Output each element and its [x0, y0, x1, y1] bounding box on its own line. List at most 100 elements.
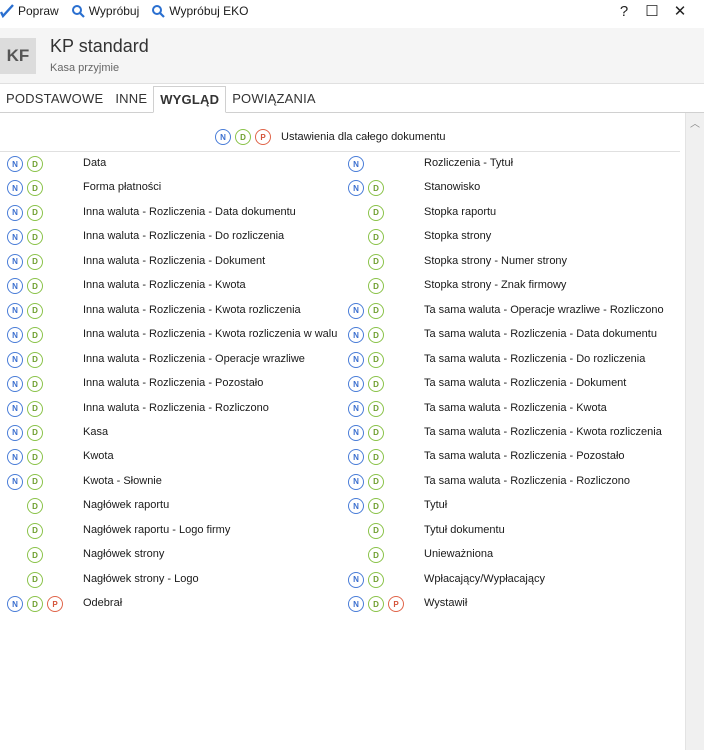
n-badge-icon[interactable]: N — [348, 571, 364, 588]
left-row: N D Kasa — [7, 424, 347, 442]
d-badge-icon[interactable]: D — [27, 547, 43, 564]
left-row: N D Inna waluta - Rozliczenia - Do rozlicz… — [7, 228, 347, 246]
n-badge-icon[interactable]: N — [7, 327, 23, 344]
n-badge-icon[interactable]: N — [7, 351, 23, 368]
d-badge-icon[interactable]: D — [27, 522, 43, 539]
right-row: N D Wpłacający/Wypłacający — [348, 571, 688, 589]
wyprobuj-button[interactable]: Wypróbuj — [71, 4, 139, 18]
n-badge-icon[interactable]: N — [7, 229, 23, 246]
d-badge-icon[interactable]: D — [27, 204, 43, 221]
tab-powiazania[interactable]: POWIĄZANIA — [226, 86, 322, 112]
maximize-button[interactable]: ☐ — [638, 2, 666, 20]
n-badge-icon[interactable]: N — [348, 376, 364, 393]
badge-group: ND — [348, 449, 388, 466]
n-badge-icon[interactable]: N — [7, 156, 23, 172]
right-row: D Stopka strony - Znak firmowy — [348, 277, 688, 295]
n-badge-icon[interactable]: N — [348, 327, 364, 344]
d-badge-icon[interactable]: D — [368, 376, 384, 393]
n-badge-icon[interactable]: N — [348, 449, 364, 466]
p-badge-icon[interactable]: P — [255, 129, 271, 145]
right-row: N D P Wystawił — [348, 595, 688, 613]
n-badge-icon[interactable]: N — [348, 156, 364, 172]
d-badge-icon[interactable]: D — [368, 278, 384, 295]
badge-group: ND — [7, 156, 47, 172]
n-badge-icon[interactable]: N — [7, 376, 23, 393]
n-badge-icon[interactable]: N — [7, 278, 23, 295]
n-badge-icon[interactable]: N — [348, 180, 364, 197]
badge-group: ND — [7, 204, 47, 221]
d-badge-icon[interactable]: D — [27, 449, 43, 466]
d-badge-icon[interactable]: D — [368, 204, 384, 221]
n-badge-icon[interactable]: N — [7, 204, 23, 221]
d-badge-icon[interactable]: D — [27, 424, 43, 441]
d-badge-icon[interactable]: D — [368, 449, 384, 466]
left-field-label: Inna waluta - Rozliczenia - Operacje wra… — [83, 352, 305, 365]
tab-wyglad[interactable]: WYGLĄD — [153, 86, 227, 113]
badge-group: ND — [348, 376, 388, 393]
d-badge-icon[interactable]: D — [368, 229, 384, 246]
toolbar: Popraw Wypróbuj Wypróbuj EKO ? ☐ ✕ — [0, 0, 704, 22]
d-badge-icon[interactable]: D — [368, 180, 384, 197]
n-badge-icon[interactable]: N — [215, 129, 231, 145]
left-field-label: Inna waluta - Rozliczenia - Rozliczono — [83, 401, 269, 414]
right-field-label: Wpłacający/Wypłacający — [424, 572, 545, 585]
page-subtitle: Kasa przyjmie — [50, 62, 120, 74]
right-field-label: Stopka raportu — [424, 205, 497, 218]
p-badge-icon[interactable]: P — [388, 596, 404, 613]
document-settings-legend[interactable]: N D P Ustawienia dla całego dokumentu — [215, 129, 446, 145]
d-badge-icon[interactable]: D — [368, 498, 384, 515]
d-badge-icon[interactable]: D — [27, 351, 43, 368]
d-badge-icon[interactable]: D — [368, 473, 384, 490]
d-badge-icon[interactable]: D — [368, 253, 384, 270]
d-badge-icon[interactable]: D — [368, 522, 384, 539]
p-badge-icon[interactable]: P — [47, 596, 63, 613]
tab-podstawowe[interactable]: PODSTAWOWE — [0, 86, 109, 112]
d-badge-icon[interactable]: D — [27, 302, 43, 319]
n-badge-icon[interactable]: N — [7, 400, 23, 417]
d-badge-icon[interactable]: D — [27, 571, 43, 588]
d-badge-icon[interactable]: D — [368, 327, 384, 344]
d-badge-icon[interactable]: D — [368, 400, 384, 417]
help-button[interactable]: ? — [610, 3, 638, 20]
d-badge-icon[interactable]: D — [368, 547, 384, 564]
vertical-scrollbar[interactable]: ︿ — [685, 113, 704, 750]
d-badge-icon[interactable]: D — [27, 473, 43, 490]
close-button[interactable]: ✕ — [666, 2, 694, 20]
d-badge-icon[interactable]: D — [27, 596, 43, 613]
n-badge-icon[interactable]: N — [348, 498, 364, 515]
d-badge-icon[interactable]: D — [235, 129, 251, 145]
n-badge-icon[interactable]: N — [7, 473, 23, 490]
popraw-button[interactable]: Popraw — [0, 4, 59, 18]
d-badge-icon[interactable]: D — [368, 571, 384, 588]
n-badge-icon[interactable]: N — [7, 596, 23, 613]
d-badge-icon[interactable]: D — [27, 278, 43, 295]
wyprobuj-eko-button[interactable]: Wypróbuj EKO — [151, 4, 249, 18]
scroll-up-icon[interactable]: ︿ — [690, 115, 700, 130]
d-badge-icon[interactable]: D — [27, 180, 43, 197]
n-badge-icon[interactable]: N — [7, 180, 23, 197]
n-badge-icon[interactable]: N — [348, 351, 364, 368]
n-badge-icon[interactable]: N — [7, 253, 23, 270]
badge-group: D — [7, 522, 47, 539]
n-badge-icon[interactable]: N — [7, 424, 23, 441]
tab-inne[interactable]: INNE — [109, 86, 153, 112]
d-badge-icon[interactable]: D — [27, 253, 43, 270]
d-badge-icon[interactable]: D — [368, 424, 384, 441]
d-badge-icon[interactable]: D — [27, 400, 43, 417]
n-badge-icon[interactable]: N — [7, 449, 23, 466]
n-badge-icon[interactable]: N — [7, 302, 23, 319]
d-badge-icon[interactable]: D — [27, 498, 43, 515]
d-badge-icon[interactable]: D — [368, 596, 384, 613]
d-badge-icon[interactable]: D — [27, 327, 43, 344]
n-badge-icon[interactable]: N — [348, 424, 364, 441]
n-badge-icon[interactable]: N — [348, 473, 364, 490]
n-badge-icon[interactable]: N — [348, 400, 364, 417]
n-badge-icon[interactable]: N — [348, 596, 364, 613]
n-badge-icon[interactable]: N — [348, 302, 364, 319]
d-badge-icon[interactable]: D — [27, 376, 43, 393]
left-field-label: Nagłówek raportu - Logo firmy — [83, 523, 231, 536]
d-badge-icon[interactable]: D — [27, 229, 43, 246]
d-badge-icon[interactable]: D — [368, 302, 384, 319]
d-badge-icon[interactable]: D — [27, 156, 43, 172]
d-badge-icon[interactable]: D — [368, 351, 384, 368]
